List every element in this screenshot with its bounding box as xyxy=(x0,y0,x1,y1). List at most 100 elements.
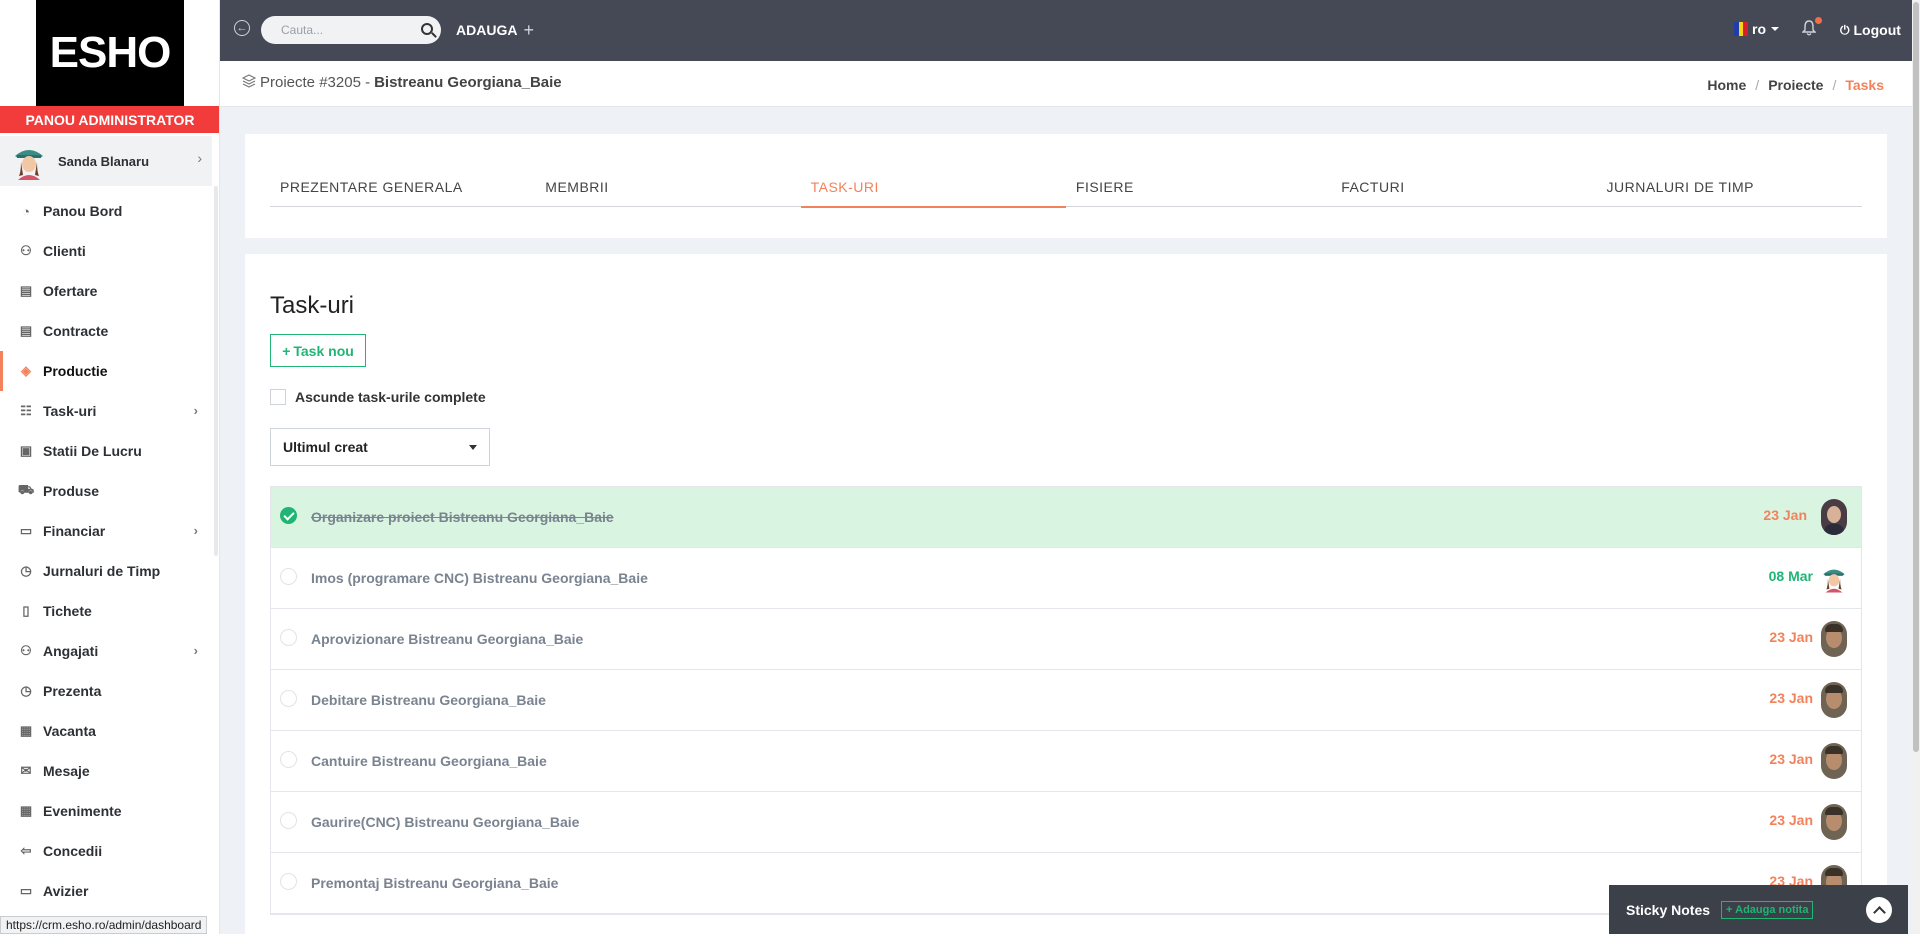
page-scrollbar-thumb[interactable] xyxy=(1913,2,1919,752)
add-button[interactable]: ADAUGA + xyxy=(456,20,534,40)
sidebar-item-evenimente[interactable]: ▦ Evenimente xyxy=(0,791,212,831)
task-row[interactable]: Aprovizionare Bistreanu Georgiana_Baie 23… xyxy=(271,609,1861,670)
sidebar-item-concedii[interactable]: ⇦ Concedii xyxy=(0,831,212,871)
tab-prezentare-generala[interactable]: PREZENTARE GENERALA xyxy=(270,169,535,207)
task-name[interactable]: Cantuire Bistreanu Georgiana_Baie xyxy=(311,753,547,769)
sidebar-item-contracte[interactable]: ▤ Contracte xyxy=(0,311,212,351)
sort-select[interactable]: Ultimul creat xyxy=(270,428,490,466)
task-name[interactable]: Premontaj Bistreanu Georgiana_Baie xyxy=(311,875,558,891)
sidebar-item-label: Produse xyxy=(43,483,100,499)
task-complete-checkbox[interactable] xyxy=(280,568,297,585)
top-bar: ← ADAUGA + ro ⏻ Logout xyxy=(220,0,1920,61)
task-complete-checkbox[interactable] xyxy=(280,873,297,890)
breadcrumb-home[interactable]: Home xyxy=(1707,77,1746,93)
sidebar-item-productie[interactable]: ◈ Productie xyxy=(0,351,212,391)
task-complete-checkbox[interactable] xyxy=(280,812,297,829)
plus-icon: + xyxy=(523,20,534,40)
romania-flag-icon xyxy=(1734,22,1749,36)
notifications-bell-icon[interactable] xyxy=(1801,17,1822,36)
task-due-date: 08 Mar xyxy=(1768,568,1813,584)
dashboard-icon: ◔ xyxy=(22,203,30,219)
task-complete-checkbox[interactable] xyxy=(280,629,297,646)
assignee-avatar[interactable] xyxy=(1821,804,1847,840)
tasks-icon: ☷ xyxy=(20,403,32,418)
language-label: ro xyxy=(1752,21,1766,37)
sidebar-item-tichete[interactable]: ▯ Tichete xyxy=(0,591,212,631)
page-header: Proiecte #3205 - Bistreanu Georgiana_Bai… xyxy=(220,61,1912,107)
task-row[interactable]: Imos (programare CNC) Bistreanu Georgian… xyxy=(271,548,1861,609)
user-icon: ⚇ xyxy=(20,243,32,258)
sidebar-item-avizier[interactable]: ▭ Avizier xyxy=(0,871,212,911)
sort-selected-value: Ultimul creat xyxy=(283,439,368,455)
sidebar-item-label: Clienti xyxy=(43,243,86,259)
page-scrollbar[interactable] xyxy=(1912,0,1920,934)
money-icon: ▭ xyxy=(19,523,33,538)
task-name[interactable]: Imos (programare CNC) Bistreanu Georgian… xyxy=(311,570,648,586)
tab-task-uri[interactable]: TASK-URI xyxy=(800,169,1067,208)
sidebar-item-jurnaluri-de-timp[interactable]: ◷ Jurnaluri de Timp xyxy=(0,551,212,591)
document-icon: ▤ xyxy=(19,283,33,298)
sidebar-item-financiar[interactable]: ▭ Financiar › xyxy=(0,511,212,551)
user-profile[interactable]: Sanda Blanaru › xyxy=(0,136,212,186)
chevron-right-icon[interactable]: › xyxy=(197,150,202,166)
tasks-card: Task-uri + Task nou Ascunde task-urile c… xyxy=(245,254,1887,934)
user-icon: ⚇ xyxy=(20,643,32,658)
sidebar-scrollbar[interactable] xyxy=(214,186,218,556)
sidebar-item-vacanta[interactable]: ▦ Vacanta xyxy=(0,711,212,751)
task-name[interactable]: Gaurire(CNC) Bistreanu Georgiana_Baie xyxy=(311,814,579,830)
assignee-avatar[interactable] xyxy=(1821,499,1847,535)
sidebar-item-statii-de-lucru[interactable]: ▣ Statii De Lucru xyxy=(0,431,212,471)
task-row[interactable]: Debitare Bistreanu Georgiana_Baie 23 Jan xyxy=(271,670,1861,731)
assignee-avatar[interactable] xyxy=(1821,560,1847,596)
tab-jurnaluri-de-timp[interactable]: JURNALURI DE TIMP xyxy=(1596,169,1861,207)
sticky-notes-bar: Sticky Notes + Adauga notita xyxy=(1609,885,1908,934)
sidebar-item-label: Mesaje xyxy=(43,763,90,779)
sidebar-item-panou-bord[interactable]: ◔ Panou Bord xyxy=(0,191,212,231)
assignee-avatar[interactable] xyxy=(1821,621,1847,657)
sidebar-item-task-uri[interactable]: ☷ Task-uri › xyxy=(0,391,212,431)
task-row[interactable]: Organizare proiect Bistreanu Georgiana_B… xyxy=(271,487,1861,548)
search-icon[interactable] xyxy=(421,23,433,35)
search-box[interactable] xyxy=(261,16,441,44)
task-name[interactable]: Organizare proiect Bistreanu Georgiana_B… xyxy=(311,509,614,525)
project-name: Bistreanu Georgiana_Baie xyxy=(374,74,562,91)
chevron-up-icon[interactable] xyxy=(1866,897,1892,923)
assignee-avatar[interactable] xyxy=(1821,743,1847,779)
sidebar-item-mesaje[interactable]: ✉ Mesaje xyxy=(0,751,212,791)
add-note-button[interactable]: + Adauga notita xyxy=(1721,900,1814,919)
assignee-avatar[interactable] xyxy=(1821,682,1847,718)
sidebar-item-ofertare[interactable]: ▤ Ofertare xyxy=(0,271,212,311)
workstation-icon: ▣ xyxy=(19,443,33,458)
tab-fisiere[interactable]: FISIERE xyxy=(1066,169,1331,207)
new-task-button[interactable]: + Task nou xyxy=(270,334,366,367)
task-row[interactable]: Cantuire Bistreanu Georgiana_Baie 23 Jan xyxy=(271,731,1861,792)
sidebar-item-angajati[interactable]: ⚇ Angajati › xyxy=(0,631,212,671)
sidebar-item-label: Contracte xyxy=(43,323,109,339)
sidebar-item-label: Angajati xyxy=(43,643,99,659)
sidebar-item-prezenta[interactable]: ◷ Prezenta xyxy=(0,671,212,711)
sidebar-item-label: Panou Bord xyxy=(43,203,123,219)
sidebar-item-clienti[interactable]: ⚇ Clienti xyxy=(0,231,212,271)
power-icon: ⏻ xyxy=(1840,22,1850,37)
sidebar-item-label: Tichete xyxy=(43,603,92,619)
clock-icon: ◷ xyxy=(20,683,32,698)
task-row[interactable]: Gaurire(CNC) Bistreanu Georgiana_Baie 23 … xyxy=(271,792,1861,853)
task-complete-checkbox[interactable] xyxy=(280,690,297,707)
back-arrow-icon[interactable]: ← xyxy=(234,20,250,36)
logo[interactable]: ESHO xyxy=(36,0,184,106)
task-name[interactable]: Debitare Bistreanu Georgiana_Baie xyxy=(311,692,546,708)
task-complete-checkbox[interactable] xyxy=(280,751,297,768)
language-dropdown[interactable]: ro xyxy=(1734,21,1779,37)
tab-facturi[interactable]: FACTURI xyxy=(1331,169,1596,207)
search-input[interactable] xyxy=(281,21,411,39)
layers-icon xyxy=(241,74,257,91)
logout-button[interactable]: ⏻ Logout xyxy=(1840,22,1901,38)
hide-completed-toggle[interactable]: Ascunde task-urile complete xyxy=(270,389,486,405)
hide-completed-checkbox[interactable] xyxy=(270,389,286,405)
breadcrumb-projects[interactable]: Proiecte xyxy=(1768,77,1823,93)
sidebar-item-produse[interactable]: ⛟ Produse xyxy=(0,471,212,511)
mail-icon: ✉ xyxy=(20,763,32,778)
tab-membrii[interactable]: MEMBRII xyxy=(535,169,800,207)
task-name[interactable]: Aprovizionare Bistreanu Georgiana_Baie xyxy=(311,631,583,647)
check-circle-icon[interactable] xyxy=(280,507,297,524)
